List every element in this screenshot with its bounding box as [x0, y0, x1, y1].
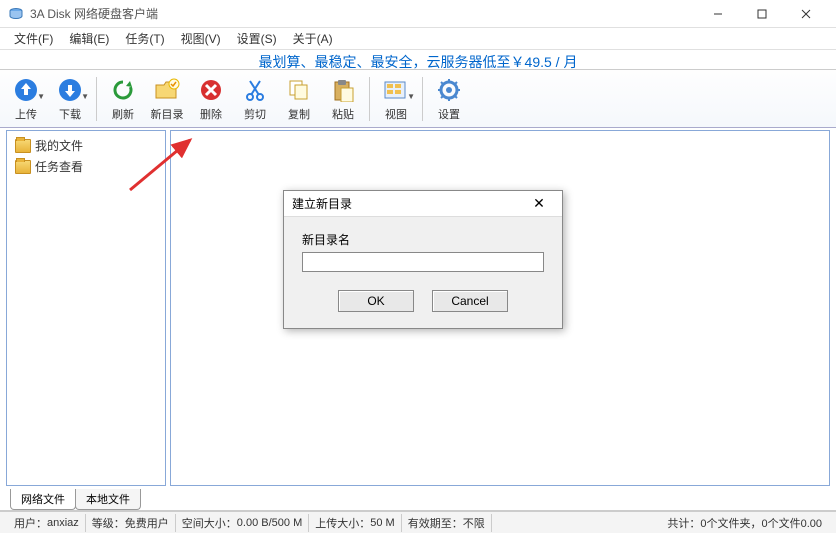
cut-button[interactable]: 剪切: [233, 73, 277, 125]
copy-icon: [285, 76, 313, 104]
delete-icon: [197, 76, 225, 104]
menu-file[interactable]: 文件(F): [6, 28, 61, 49]
cut-icon: [241, 76, 269, 104]
new-folder-button[interactable]: 新目录: [145, 73, 189, 125]
paste-label: 粘贴: [332, 106, 354, 122]
chevron-down-icon: ▼: [81, 92, 89, 101]
settings-label: 设置: [438, 106, 460, 122]
gear-icon: [435, 76, 463, 104]
download-icon: [56, 76, 84, 104]
cancel-button[interactable]: Cancel: [432, 290, 508, 312]
maximize-button[interactable]: [740, 0, 784, 28]
sidebar: 我的文件 任务查看: [6, 130, 166, 486]
menu-edit[interactable]: 编辑(E): [61, 28, 117, 49]
copy-label: 复制: [288, 106, 310, 122]
delete-label: 删除: [200, 106, 222, 122]
menubar: 文件(F) 编辑(E) 任务(T) 视图(V) 设置(S) 关于(A): [0, 28, 836, 50]
upload-label: 上传: [15, 106, 37, 122]
toolbar-separator: [96, 77, 97, 121]
copy-button[interactable]: 复制: [277, 73, 321, 125]
close-button[interactable]: [784, 0, 828, 28]
new-folder-dialog: 建立新目录 ✕ 新目录名 OK Cancel: [283, 190, 563, 329]
tab-network-files[interactable]: 网络文件: [10, 489, 76, 510]
dialog-title: 建立新目录: [292, 195, 524, 212]
paste-icon: [329, 76, 357, 104]
settings-button[interactable]: 设置: [427, 73, 471, 125]
ok-button[interactable]: OK: [338, 290, 414, 312]
refresh-button[interactable]: 刷新: [101, 73, 145, 125]
chevron-down-icon: ▼: [407, 92, 415, 101]
status-level: 等级：免费用户: [86, 514, 176, 532]
cut-label: 剪切: [244, 106, 266, 122]
view-label: 视图: [385, 106, 407, 122]
dialog-field-label: 新目录名: [302, 231, 544, 248]
sidebar-item-label: 我的文件: [35, 137, 83, 154]
paste-button[interactable]: 粘贴: [321, 73, 365, 125]
window-title: 3A Disk 网络硬盘客户端: [30, 5, 696, 22]
bottom-tabs: 网络文件 本地文件: [0, 488, 836, 510]
view-icon: [382, 76, 410, 104]
folder-name-input[interactable]: [302, 252, 544, 272]
upload-button[interactable]: ▼ 上传: [4, 73, 48, 125]
status-space: 空间大小：0.00 B/500 M: [176, 514, 309, 532]
upload-icon: [12, 76, 40, 104]
chevron-down-icon: ▼: [37, 92, 45, 101]
menu-about[interactable]: 关于(A): [285, 28, 341, 49]
menu-settings[interactable]: 设置(S): [229, 28, 285, 49]
toolbar-separator: [422, 77, 423, 121]
menu-view[interactable]: 视图(V): [173, 28, 229, 49]
download-label: 下载: [59, 106, 81, 122]
minimize-button[interactable]: [696, 0, 740, 28]
dialog-close-button[interactable]: ✕: [524, 195, 554, 212]
sidebar-item-taskview[interactable]: 任务查看: [11, 156, 161, 177]
sidebar-item-myfiles[interactable]: 我的文件: [11, 135, 161, 156]
sidebar-item-label: 任务查看: [35, 158, 83, 175]
status-user: 用户：anxiaz: [8, 514, 86, 532]
app-icon: [8, 6, 24, 22]
delete-button[interactable]: 删除: [189, 73, 233, 125]
status-upload: 上传大小：50 M: [309, 514, 401, 532]
view-button[interactable]: ▼ 视图: [374, 73, 418, 125]
dialog-titlebar[interactable]: 建立新目录 ✕: [284, 191, 562, 217]
folder-icon: [15, 160, 31, 174]
tab-local-files[interactable]: 本地文件: [75, 489, 141, 510]
promo-banner[interactable]: 最划算、最稳定、最安全，云服务器低至￥49.5 / 月: [0, 50, 836, 70]
titlebar: 3A Disk 网络硬盘客户端: [0, 0, 836, 28]
toolbar-separator: [369, 77, 370, 121]
refresh-label: 刷新: [112, 106, 134, 122]
refresh-icon: [109, 76, 137, 104]
status-count: 共计：0个文件夹，0个文件0.00: [661, 514, 828, 532]
status-expire: 有效期至：不限: [402, 514, 492, 532]
new-folder-icon: [153, 76, 181, 104]
folder-icon: [15, 139, 31, 153]
menu-task[interactable]: 任务(T): [117, 28, 172, 49]
statusbar: 用户：anxiaz 等级：免费用户 空间大小：0.00 B/500 M 上传大小…: [0, 511, 836, 533]
toolbar: ▼ 上传 ▼ 下载 刷新 新目录 删除 剪切 复制 粘贴 ▼ 视图 设置: [0, 70, 836, 128]
new-folder-label: 新目录: [151, 106, 184, 122]
download-button[interactable]: ▼ 下载: [48, 73, 92, 125]
